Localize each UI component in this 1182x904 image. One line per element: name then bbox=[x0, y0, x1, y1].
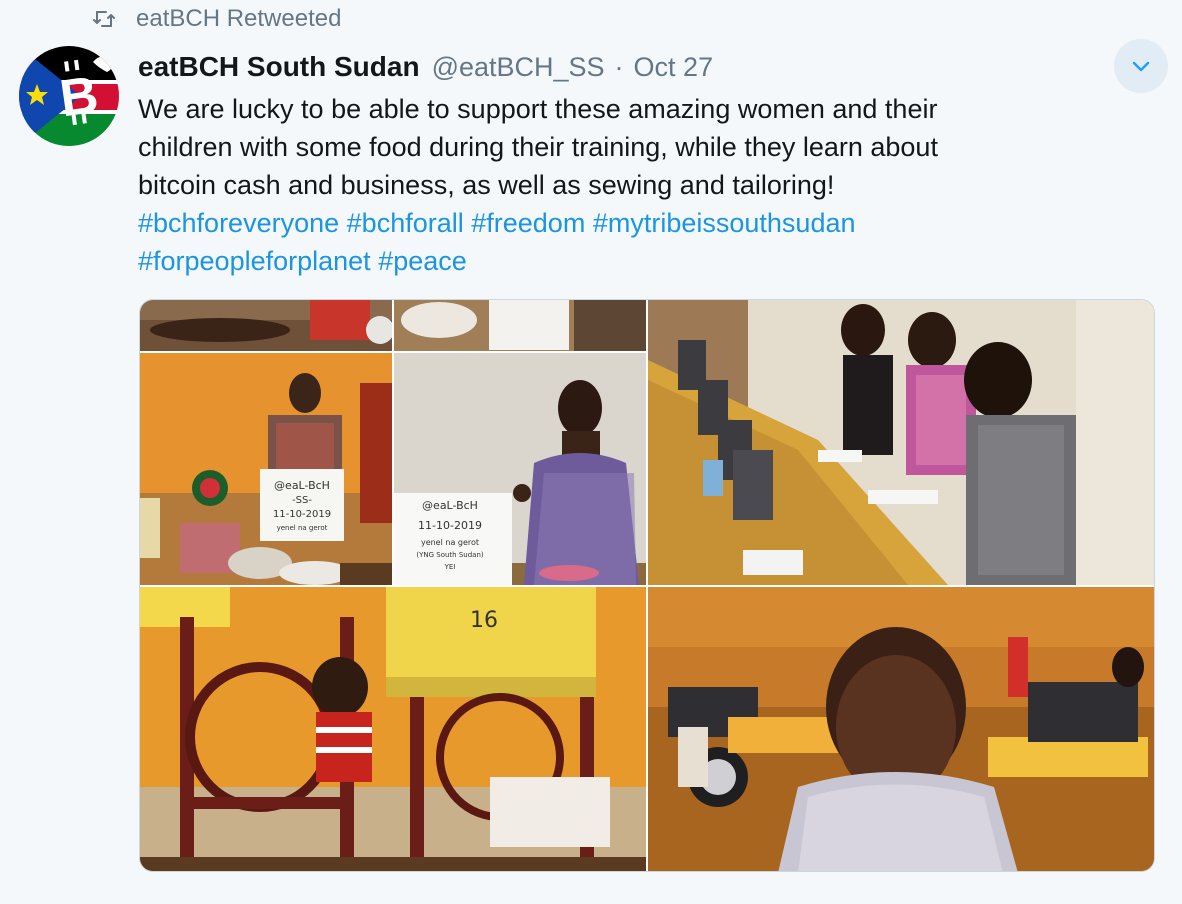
photo-image bbox=[648, 587, 1154, 871]
photo-woman-with-sign[interactable]: @eaL-BcH 11-10-2019 yenel na gerot (YNG … bbox=[394, 353, 646, 585]
sign-text: yenel na gerot bbox=[421, 538, 479, 547]
retweet-context[interactable]: eatBCH Retweeted bbox=[92, 4, 341, 34]
photo-strip-middle[interactable] bbox=[394, 300, 646, 351]
svg-text:B: B bbox=[57, 66, 102, 129]
sign-text: (YNG South Sudan) bbox=[416, 551, 484, 559]
tweet-body-line: We are lucky to be able to support these… bbox=[138, 94, 938, 124]
tweet-header: eatBCH South Sudan @eatBCH_SS · Oct 27 bbox=[138, 48, 713, 86]
hashtags-line: #bchforeveryone #bchforall #freedom #myt… bbox=[138, 204, 1128, 242]
hashtag-link[interactable]: #forpeopleforplanet bbox=[138, 246, 371, 276]
hashtags-line: #forpeopleforplanet #peace bbox=[138, 242, 1128, 280]
sign-text: @eaL-BcH bbox=[422, 499, 478, 512]
header-separator: · bbox=[614, 51, 624, 82]
photo-child-with-sign[interactable]: @eaL-BcH -SS- 11-10-2019 yenel na gerot bbox=[140, 353, 392, 585]
photo-women-sewing[interactable] bbox=[648, 300, 1154, 585]
photo-image bbox=[648, 300, 1154, 585]
photo-toddler-under-table[interactable]: 16 bbox=[140, 587, 646, 871]
author-display-name[interactable]: eatBCH South Sudan bbox=[138, 51, 420, 83]
photo-image bbox=[394, 300, 646, 351]
retweet-icon bbox=[93, 11, 115, 27]
photo-girl-smiling[interactable] bbox=[648, 587, 1154, 871]
photo-image: @eaL-BcH -SS- 11-10-2019 yenel na gerot bbox=[140, 353, 392, 585]
desk-number: 16 bbox=[470, 608, 498, 633]
hashtag-link[interactable]: #mytribeissouthsudan bbox=[593, 208, 856, 238]
hashtag-link[interactable]: #peace bbox=[378, 246, 467, 276]
sign-text: @eaL-BcH bbox=[274, 479, 330, 492]
photo-image: @eaL-BcH 11-10-2019 yenel na gerot (YNG … bbox=[394, 353, 646, 585]
tweet-menu-button[interactable] bbox=[1114, 39, 1168, 93]
tweet-body-line: children with some food during their tra… bbox=[138, 132, 938, 162]
tweet-date[interactable]: Oct 27 bbox=[634, 52, 714, 83]
media-grid: @eaL-BcH -SS- 11-10-2019 yenel na gerot … bbox=[139, 299, 1155, 872]
hashtag-link[interactable]: #bchforeveryone bbox=[138, 208, 339, 238]
chevron-down-icon bbox=[1132, 61, 1150, 72]
avatar[interactable]: B bbox=[19, 46, 119, 146]
author-handle[interactable]: @eatBCH_SS bbox=[432, 52, 605, 83]
eatbch-south-sudan-flag-logo: B bbox=[19, 46, 119, 146]
hashtag-link[interactable]: #freedom bbox=[471, 208, 585, 238]
sign-text: -SS- bbox=[292, 495, 312, 506]
sign-text: yenel na gerot bbox=[277, 524, 328, 532]
retweeted-by-label[interactable]: eatBCH Retweeted bbox=[136, 5, 341, 33]
tweet-body-line: bitcoin cash and business, as well as se… bbox=[138, 170, 835, 200]
hashtag-link[interactable]: #bchforall bbox=[347, 208, 464, 238]
photo-image: 16 bbox=[140, 587, 646, 871]
photo-strip-left[interactable] bbox=[140, 300, 392, 351]
sign-text: 11-10-2019 bbox=[418, 519, 482, 532]
photo-image bbox=[140, 300, 392, 351]
tweet-text: We are lucky to be able to support these… bbox=[138, 90, 1128, 280]
sign-text: 11-10-2019 bbox=[273, 509, 331, 520]
sign-text: YEI bbox=[444, 563, 456, 571]
